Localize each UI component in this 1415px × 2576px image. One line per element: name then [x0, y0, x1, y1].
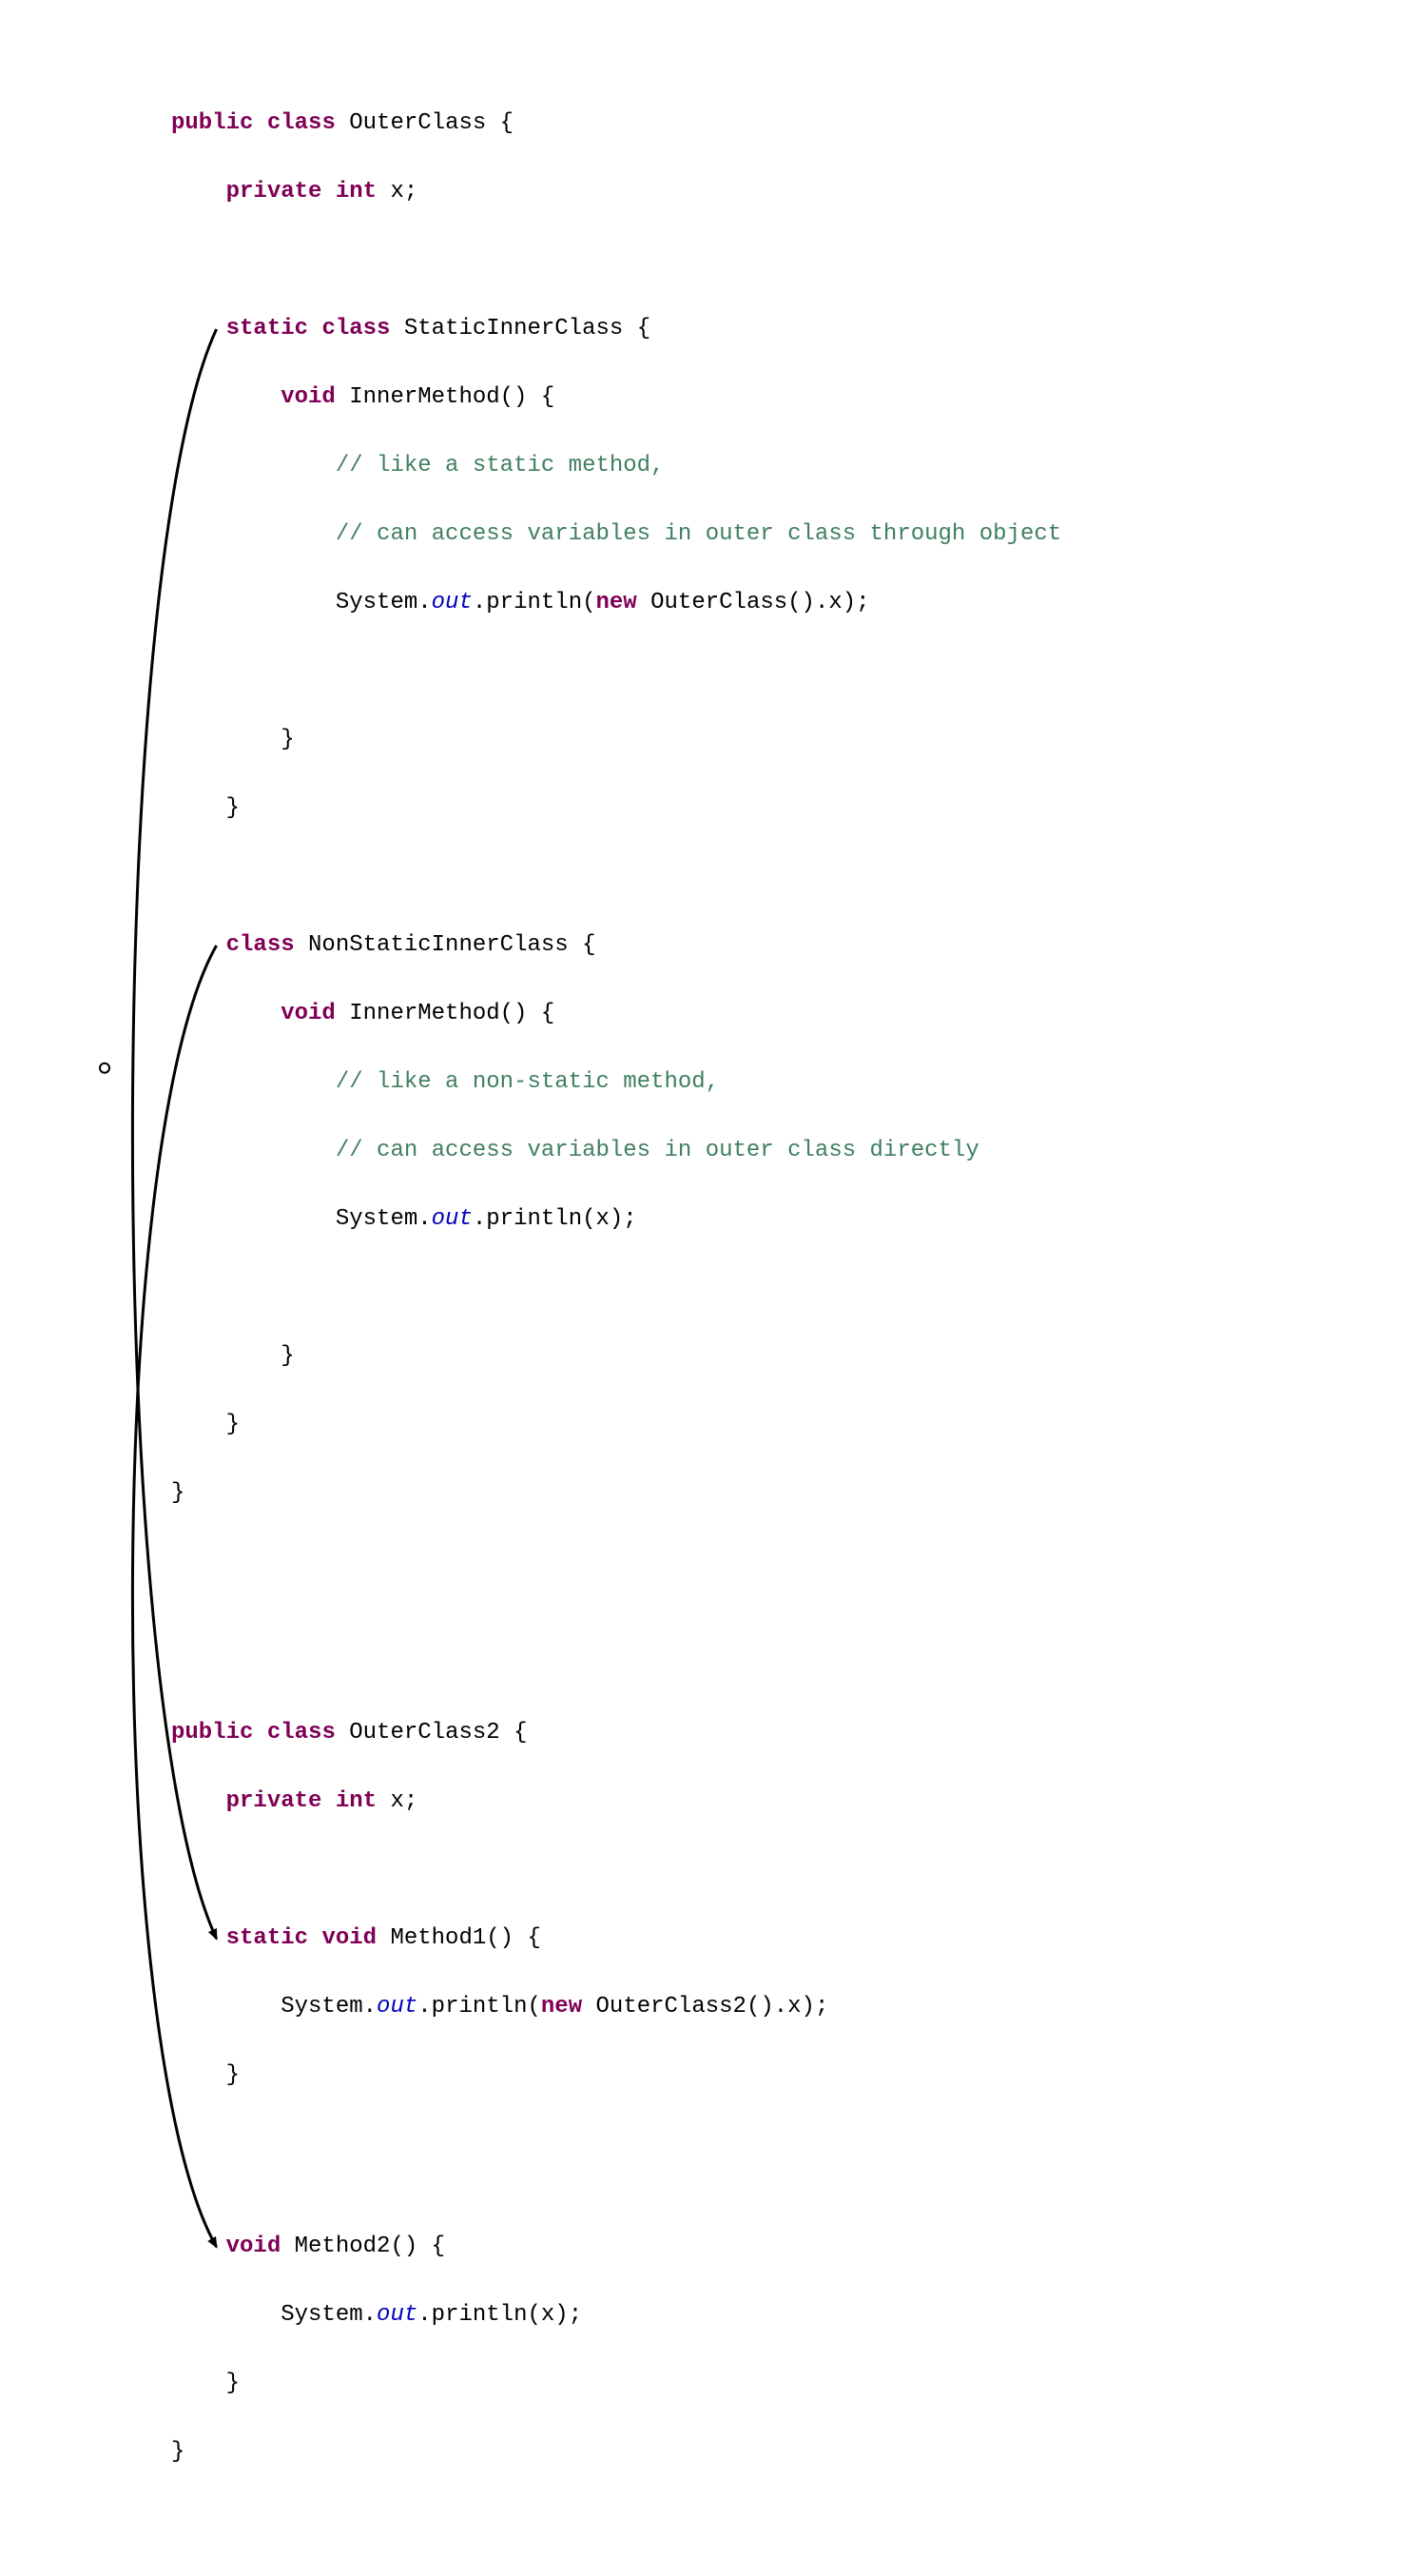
code-line: public class OuterClass2 {	[0, 1716, 1415, 1750]
keyword-static: static	[226, 316, 308, 342]
text: Method1() {	[377, 1925, 541, 1951]
code-line: System.out.println(x);	[0, 1202, 1415, 1237]
static-field-out: out	[432, 1206, 473, 1232]
text: System.	[336, 590, 432, 615]
text: System.	[336, 1206, 432, 1232]
comment: // can access variables in outer class d…	[336, 1138, 979, 1163]
comment: // like a non-static method,	[336, 1069, 719, 1095]
keyword-class: class	[267, 110, 336, 136]
brace-close: }	[226, 2062, 240, 2088]
brace-close: }	[226, 1412, 240, 1437]
code-line: private int x;	[0, 175, 1415, 209]
keyword-public: public	[171, 110, 253, 136]
method1-decl: static void Method1() {	[0, 1922, 1415, 1956]
comment: // can access variables in outer class t…	[336, 521, 1061, 547]
keyword-void: void	[281, 1001, 336, 1026]
code-line: // like a static method,	[0, 449, 1415, 483]
brace-close: }	[171, 1480, 184, 1506]
brace-close: }	[171, 2439, 184, 2465]
code-line: }	[0, 1408, 1415, 1442]
keyword-void: void	[226, 2234, 281, 2259]
code-line: // can access variables in outer class d…	[0, 1134, 1415, 1168]
code-line: }	[0, 791, 1415, 826]
code-line: }	[0, 1339, 1415, 1374]
text: System.	[281, 2302, 377, 2328]
keyword-int: int	[336, 179, 377, 205]
code-line: System.out.println(new OuterClass().x);	[0, 586, 1415, 620]
text: Method2() {	[281, 2234, 445, 2259]
code-line: void InnerMethod() {	[0, 997, 1415, 1031]
text: OuterClass {	[336, 110, 514, 136]
text: x;	[377, 1788, 417, 1814]
text: .println(x);	[473, 1206, 637, 1232]
static-field-out: out	[377, 2302, 417, 2328]
keyword-class: class	[226, 932, 295, 958]
keyword-private: private	[226, 179, 322, 205]
keyword-static: static	[226, 1925, 308, 1951]
code-line: }	[0, 1476, 1415, 1511]
brace-close: }	[281, 727, 294, 752]
text: .println(x);	[417, 2302, 582, 2328]
keyword-void: void	[281, 384, 336, 410]
code-line: }	[0, 2367, 1415, 2401]
brace-close: }	[226, 795, 240, 821]
code-line: // like a non-static method,	[0, 1065, 1415, 1100]
keyword-void: void	[321, 1925, 377, 1951]
keyword-class: class	[321, 316, 390, 342]
static-field-out: out	[432, 590, 473, 615]
code-line: void InnerMethod() {	[0, 381, 1415, 415]
static-inner-class-decl: static class StaticInnerClass {	[0, 312, 1415, 346]
static-field-out: out	[377, 1994, 417, 2020]
text: System.	[281, 1994, 377, 2020]
comment: // like a static method,	[336, 453, 665, 478]
text: .println(	[473, 590, 596, 615]
brace-close: }	[226, 2371, 240, 2396]
text: OuterClass().x);	[637, 590, 870, 615]
keyword-public: public	[171, 1720, 253, 1746]
text: .println(	[417, 1994, 541, 2020]
keyword-new: new	[596, 590, 637, 615]
text: NonStaticInnerClass {	[295, 932, 596, 958]
brace-close: }	[281, 1343, 294, 1369]
keyword-private: private	[226, 1788, 322, 1814]
method2-decl: void Method2() {	[0, 2230, 1415, 2264]
text: OuterClass2().x);	[582, 1994, 828, 2020]
text: InnerMethod() {	[336, 1001, 554, 1026]
text: OuterClass2 {	[336, 1720, 528, 1746]
text: StaticInnerClass {	[390, 316, 650, 342]
text: x;	[377, 179, 417, 205]
code-diagram: public class OuterClass { private int x;…	[0, 38, 1415, 2538]
code-line: // can access variables in outer class t…	[0, 517, 1415, 552]
code-line: }	[0, 723, 1415, 757]
keyword-new: new	[541, 1994, 582, 2020]
non-static-inner-class-decl: class NonStaticInnerClass {	[0, 928, 1415, 963]
code-line: public class OuterClass {	[0, 107, 1415, 141]
text: InnerMethod() {	[336, 384, 554, 410]
code-line: private int x;	[0, 1785, 1415, 1819]
code-line: System.out.println(x);	[0, 2298, 1415, 2332]
code-line: System.out.println(new OuterClass2().x);	[0, 1990, 1415, 2024]
code-line: }	[0, 2435, 1415, 2469]
code-line: }	[0, 2059, 1415, 2093]
keyword-int: int	[336, 1788, 377, 1814]
keyword-class: class	[267, 1720, 336, 1746]
